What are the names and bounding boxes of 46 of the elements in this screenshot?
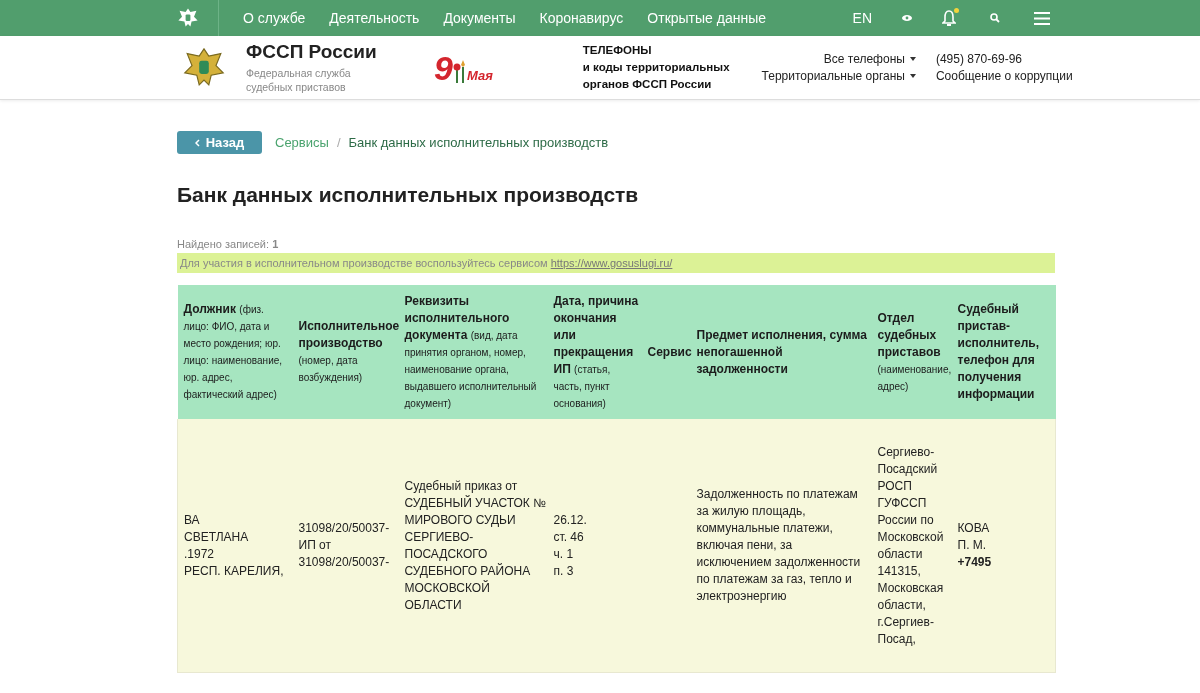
nav-link[interactable]: О службе bbox=[243, 10, 306, 26]
search-icon[interactable] bbox=[990, 13, 1000, 23]
phones-heading[interactable]: и коды территориальных bbox=[582, 59, 730, 76]
column-header: Предмет исполнения, сумма непогашенной задолженности bbox=[690, 285, 872, 419]
site-title: ФССП России bbox=[246, 41, 378, 63]
holiday-banner[interactable]: 9 Мая bbox=[434, 52, 493, 83]
caret-icon bbox=[909, 57, 916, 61]
caret-icon bbox=[909, 74, 916, 78]
table-cell: 26.12. ст. 46 ч. 1 п. 3 bbox=[547, 419, 642, 673]
page-title: Банк данных исполнительных производств bbox=[177, 183, 640, 207]
nav-link[interactable]: Документы bbox=[443, 10, 516, 26]
nav-link[interactable]: Коронавирус bbox=[539, 10, 624, 26]
menu-icon[interactable] bbox=[1034, 11, 1050, 25]
column-header: Исполнительное производство (номер, дата возбуждения) bbox=[292, 285, 399, 419]
notice-link[interactable]: https://www.gosuslugi.ru/ bbox=[550, 257, 673, 269]
nav-link[interactable]: Открытые данные bbox=[647, 10, 767, 26]
corruption-link[interactable]: Сообщение о коррупции bbox=[935, 69, 1073, 83]
records-found: Найдено записей: 1 bbox=[177, 238, 279, 250]
table-cell: ВА СВЕТЛАНА .1972 РЕСП. КАРЕЛИЯ, bbox=[177, 419, 293, 673]
phones-heading[interactable]: ТЕЛЕФОНЫ bbox=[582, 42, 730, 59]
language-link[interactable]: EN bbox=[852, 10, 872, 26]
dropdown-link[interactable]: Территориальные органы bbox=[761, 69, 916, 83]
breadcrumb-current: Банк данных исполнительных производств bbox=[348, 135, 609, 150]
notice-text: Для участия в исполнительном производстве воспользуйтесь сервисом bbox=[180, 257, 548, 269]
nav-link[interactable]: Деятельность bbox=[329, 10, 420, 26]
back-button[interactable]: Назад bbox=[177, 131, 262, 154]
phone-number[interactable]: (495) 870-69-96 bbox=[935, 52, 1073, 66]
breadcrumb-separator: / bbox=[336, 135, 341, 150]
eye-icon[interactable] bbox=[902, 15, 912, 21]
phones-heading[interactable]: органов ФССП России bbox=[582, 76, 730, 93]
table-cell: КОВА П. М. +7495 bbox=[951, 419, 1056, 673]
dropdown-link[interactable]: Все телефоны bbox=[823, 52, 916, 66]
table-cell: 31098/20/50037- ИП от 31098/20/50037- bbox=[292, 419, 399, 673]
column-header: Отдел судебных приставов (наименование, адрес) bbox=[871, 285, 952, 419]
bell-icon[interactable] bbox=[942, 10, 956, 26]
site-subtitle: Федеральная служба судебных приставов bbox=[246, 66, 352, 94]
column-header: Реквизиты исполнительного документа (вид, дата принятия органом, номер, наименование органа, выдавшего исполнительный документ) bbox=[398, 285, 548, 419]
chevron-left-icon bbox=[194, 138, 200, 147]
column-header: Дата, причина окончания или прекращения ИП (статья, часть, пункт основания) bbox=[547, 285, 642, 419]
table-cell: Задолженность по платежам за жилую площадь, коммунальные платежи, включая пени, за исключением задолженности по платежам за газ, тепло и электроэнергию bbox=[690, 419, 872, 673]
table-cell: Судебный приказ от СУДЕБНЫЙ УЧАСТОК № МИРОВОГО СУДЬИ СЕРГИЕВО- ПОСАДСКОГО СУДЕБНОГО РАЙОНА МОСКОВСКОЙ ОБЛАСТИ bbox=[398, 419, 548, 673]
table-cell: Сергиево- Посадский РОСП ГУФССП России по Московской области 141315, Московская области, г.Сергиев- Посад, bbox=[871, 419, 952, 673]
column-header: Должник (физ. лицо: ФИО, дата и место рождения; юр. лицо: наименование, юр. адрес, фактический адрес) bbox=[177, 285, 293, 419]
column-header: Судебный пристав-исполнитель, телефон для получения информации bbox=[951, 285, 1056, 419]
breadcrumb-link[interactable]: Сервисы bbox=[275, 135, 329, 150]
column-header: Сервис bbox=[641, 285, 691, 419]
